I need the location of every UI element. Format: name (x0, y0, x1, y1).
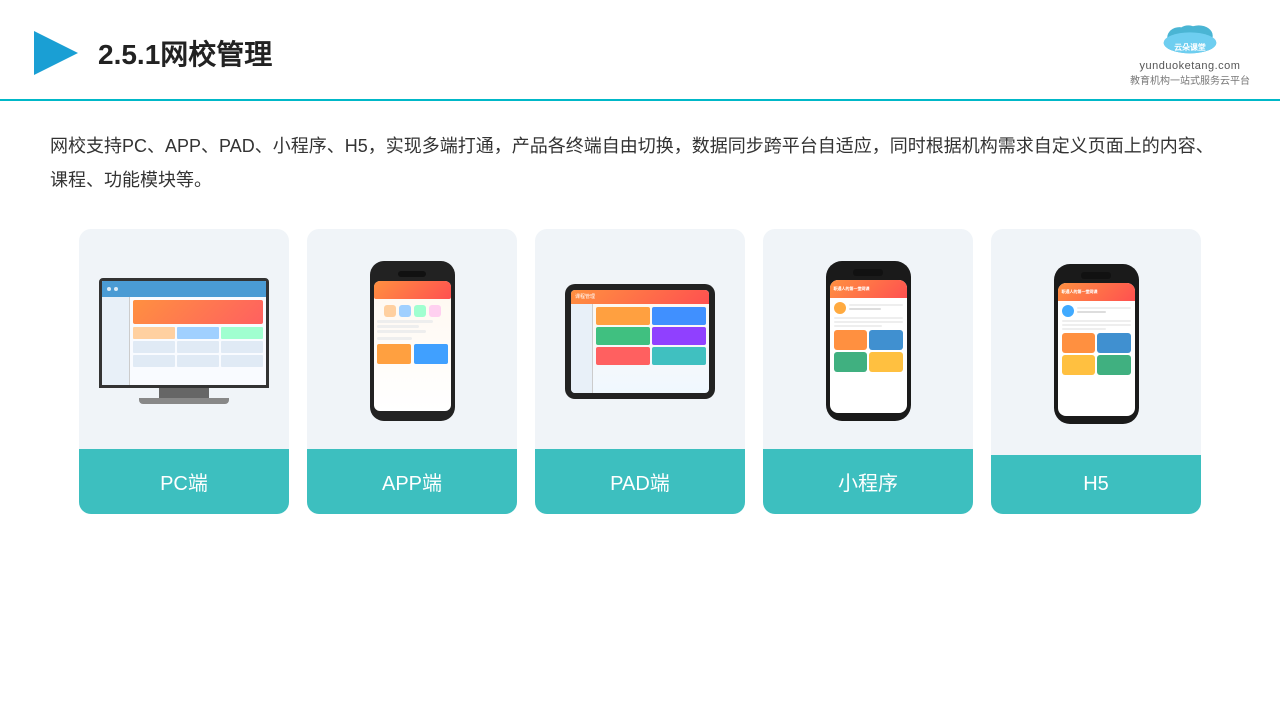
card-pc: PC端 (79, 229, 289, 514)
card-image-pad: 课程管理 (535, 229, 745, 449)
mini-phone-body: 职通人的第一堂网课 (826, 261, 911, 421)
logo-icon: 云朵课堂 (1155, 18, 1225, 58)
tablet-mock: 课程管理 (565, 284, 715, 399)
tablet-body: 课程管理 (565, 284, 715, 399)
page-header: 2.5.1网校管理 云朵课堂 yunduoketang.com 教育机构一站式服… (0, 0, 1280, 101)
h5-phone-mock: 职通人的第一堂网课 (1054, 264, 1139, 424)
card-label-app: APP端 (307, 449, 517, 514)
logo-tagline: 教育机构一站式服务云平台 (1130, 72, 1250, 87)
h5-phone-body: 职通人的第一堂网课 (1054, 264, 1139, 424)
card-label-pc: PC端 (79, 449, 289, 514)
card-h5: 职通人的第一堂网课 (991, 229, 1201, 514)
card-pad: 课程管理 (535, 229, 745, 514)
pc-screen (99, 278, 269, 388)
header-left: 2.5.1网校管理 (30, 27, 272, 79)
mini-phone-mock: 职通人的第一堂网课 (826, 261, 911, 421)
phone-body (370, 261, 455, 421)
card-image-mini: 职通人的第一堂网课 (763, 229, 973, 449)
phone-mock (370, 261, 455, 421)
card-label-mini: 小程序 (763, 449, 973, 514)
page-title: 2.5.1网校管理 (98, 33, 272, 73)
card-label-pad: PAD端 (535, 449, 745, 514)
main-content: 网校支持PC、APP、PAD、小程序、H5，实现多端打通，产品各终端自由切换，数… (0, 101, 1280, 534)
card-image-pc (79, 229, 289, 449)
cards-container: PC端 (50, 229, 1230, 514)
pc-mock (99, 278, 269, 404)
play-icon (30, 27, 82, 79)
card-image-h5: 职通人的第一堂网课 (991, 229, 1201, 455)
description-text: 网校支持PC、APP、PAD、小程序、H5，实现多端打通，产品各终端自由切换，数… (50, 129, 1230, 197)
svg-text:云朵课堂: 云朵课堂 (1174, 42, 1206, 52)
card-label-h5: H5 (991, 455, 1201, 514)
card-mini: 职通人的第一堂网课 (763, 229, 973, 514)
logo-area: 云朵课堂 yunduoketang.com 教育机构一站式服务云平台 (1130, 18, 1250, 87)
card-image-app (307, 229, 517, 449)
logo-url: yunduoketang.com (1140, 60, 1241, 72)
card-app: APP端 (307, 229, 517, 514)
